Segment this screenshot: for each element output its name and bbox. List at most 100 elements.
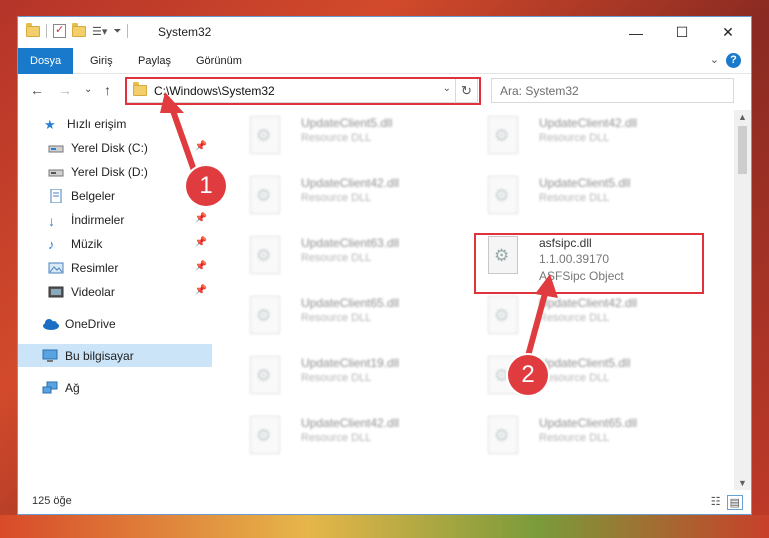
sidebar-item-label: Hızlı erişim: [67, 116, 127, 131]
file-item[interactable]: UpdateClient5.dll Resource DLL: [478, 170, 708, 226]
file-name: UpdateClient42.dll: [301, 416, 400, 430]
file-item[interactable]: UpdateClient42.dll Resource DLL: [478, 110, 708, 166]
folder-icon: [26, 22, 40, 37]
sidebar-item-network[interactable]: Ağ: [18, 376, 212, 399]
sidebar-item-onedrive[interactable]: OneDrive: [18, 312, 212, 335]
file-item[interactable]: UpdateClient42.dll Resource DLL: [240, 410, 470, 466]
sidebar-item-videos[interactable]: Videolar 📌: [18, 280, 212, 303]
music-icon: ♪: [48, 236, 55, 252]
quick-access-toolbar: ☰▾ ⏷: [26, 22, 129, 38]
sidebar-item-disk-c[interactable]: Yerel Disk (C:) 📌: [18, 136, 212, 159]
properties-icon[interactable]: [53, 23, 66, 38]
file-description: Resource DLL: [301, 192, 372, 204]
scroll-thumb[interactable]: [738, 126, 747, 174]
file-name: UpdateClient65.dll: [539, 416, 638, 430]
computer-icon: [42, 349, 58, 363]
file-item[interactable]: UpdateClient19.dll Resource DLL: [240, 350, 470, 406]
file-name: UpdateClient19.dll: [301, 356, 400, 370]
pin-icon: 📌: [194, 213, 207, 224]
file-explorer-window: ☰▾ ⏷ System32 — ☐ ✕ Dosya Giriş Paylaş G…: [17, 16, 752, 515]
ribbon-tabs: Dosya Giriş Paylaş Görünüm ⌄ ?: [18, 48, 751, 74]
search-input[interactable]: Ara: System32: [491, 78, 734, 103]
sidebar-item-label: Yerel Disk (C:): [71, 140, 148, 155]
status-bar: 125 öğe ☷ ▤: [18, 492, 751, 514]
sidebar-item-label: Belgeler: [71, 188, 116, 203]
pin-icon: 📌: [194, 141, 207, 152]
pin-icon: 📌: [194, 237, 207, 248]
tab-share[interactable]: Paylaş: [126, 48, 183, 74]
sidebar-item-label: OneDrive: [65, 316, 116, 331]
search-placeholder: Ara: System32: [500, 84, 579, 98]
sidebar-item-pictures[interactable]: Resimler 📌: [18, 256, 212, 279]
up-button[interactable]: ↑: [104, 82, 111, 98]
navigation-pane: ★ Hızlı erişim Yerel Disk (C:) 📌 Yerel D…: [18, 112, 212, 487]
file-item[interactable]: UpdateClient42.dll Resource DLL: [478, 290, 708, 346]
navigation-bar: ← → ⌄ ↑ C:\Windows\System32 ⌄ ↻ Ara: Sys…: [18, 74, 751, 107]
drive-icon: [48, 165, 64, 179]
dll-file-icon: [250, 416, 280, 454]
network-icon: [42, 381, 58, 395]
toolbar-dropdown-icon[interactable]: ⏷: [113, 26, 121, 37]
dll-file-icon: [250, 116, 280, 154]
file-item[interactable]: UpdateClient65.dll Resource DLL: [478, 410, 708, 466]
title-bar: ☰▾ ⏷ System32 — ☐ ✕: [18, 17, 751, 48]
sidebar-item-label: Yerel Disk (D:): [71, 164, 148, 179]
forward-button[interactable]: →: [58, 82, 72, 98]
tab-file[interactable]: Dosya: [18, 48, 74, 74]
sidebar-item-disk-d[interactable]: Yerel Disk (D:) 📌: [18, 160, 212, 183]
star-icon: ★: [44, 116, 56, 132]
back-button[interactable]: ←: [30, 82, 44, 98]
file-description: Resource DLL: [301, 432, 372, 444]
file-list: UpdateClient5.dll Resource DLL UpdateCli…: [225, 110, 731, 490]
sidebar-item-this-pc[interactable]: Bu bilgisayar: [18, 344, 212, 367]
videos-icon: [48, 285, 64, 299]
file-name: UpdateClient65.dll: [301, 296, 400, 310]
dll-file-icon: [488, 116, 518, 154]
file-description: Resource DLL: [539, 372, 610, 384]
sidebar-item-quick-access[interactable]: ★ Hızlı erişim: [18, 112, 212, 135]
cloud-icon: [42, 317, 59, 331]
file-description: Resource DLL: [301, 132, 372, 144]
scroll-up-icon[interactable]: ▲: [738, 112, 747, 122]
file-description: Resource DLL: [301, 312, 372, 324]
details-view-icon[interactable]: ☷: [711, 495, 721, 510]
scroll-down-icon[interactable]: ▼: [738, 478, 747, 488]
file-name: UpdateClient5.dll: [539, 356, 631, 370]
customize-toolbar-icon[interactable]: ☰▾: [92, 25, 107, 38]
expand-ribbon-icon[interactable]: ⌄: [710, 53, 719, 66]
minimize-button[interactable]: —: [613, 17, 659, 48]
file-item[interactable]: UpdateClient5.dll Resource DLL: [240, 110, 470, 166]
sidebar-item-label: Müzik: [71, 236, 103, 251]
sidebar-item-label: Videolar: [71, 284, 115, 299]
dll-file-icon: [250, 176, 280, 214]
file-item[interactable]: UpdateClient65.dll Resource DLL: [240, 290, 470, 346]
file-item[interactable]: UpdateClient42.dll Resource DLL: [240, 170, 470, 226]
sidebar-item-music[interactable]: ♪ Müzik 📌: [18, 232, 212, 255]
sidebar-item-documents[interactable]: Belgeler 📌: [18, 184, 212, 207]
sidebar-item-downloads[interactable]: ↓ İndirmeler 📌: [18, 208, 212, 231]
new-folder-icon[interactable]: [72, 22, 86, 37]
sidebar-item-label: İndirmeler: [71, 212, 125, 227]
file-description: Resource DLL: [539, 312, 610, 324]
help-icon[interactable]: ?: [726, 53, 741, 68]
file-item[interactable]: UpdateClient63.dll Resource DLL: [240, 230, 470, 286]
file-description: Resource DLL: [539, 192, 610, 204]
tiles-view-icon[interactable]: ▤: [726, 495, 743, 510]
file-name: UpdateClient5.dll: [301, 116, 393, 130]
dll-file-icon: [488, 296, 518, 334]
documents-icon: [48, 188, 64, 203]
file-highlight-box: [474, 233, 704, 294]
maximize-button[interactable]: ☐: [659, 17, 705, 48]
pin-icon: 📌: [194, 285, 207, 296]
tab-home[interactable]: Giriş: [78, 48, 125, 74]
drive-icon: [48, 141, 64, 155]
sidebar-item-label: Bu bilgisayar: [65, 348, 134, 363]
file-name: UpdateClient42.dll: [539, 296, 638, 310]
close-button[interactable]: ✕: [705, 17, 751, 48]
sidebar-item-label: Ağ: [65, 380, 80, 395]
step-1-badge: 1: [186, 166, 226, 206]
recent-locations-button[interactable]: ⌄: [84, 84, 92, 95]
dll-file-icon: [250, 296, 280, 334]
tab-view[interactable]: Görünüm: [184, 48, 254, 74]
vertical-scrollbar[interactable]: ▲ ▼: [734, 110, 751, 490]
